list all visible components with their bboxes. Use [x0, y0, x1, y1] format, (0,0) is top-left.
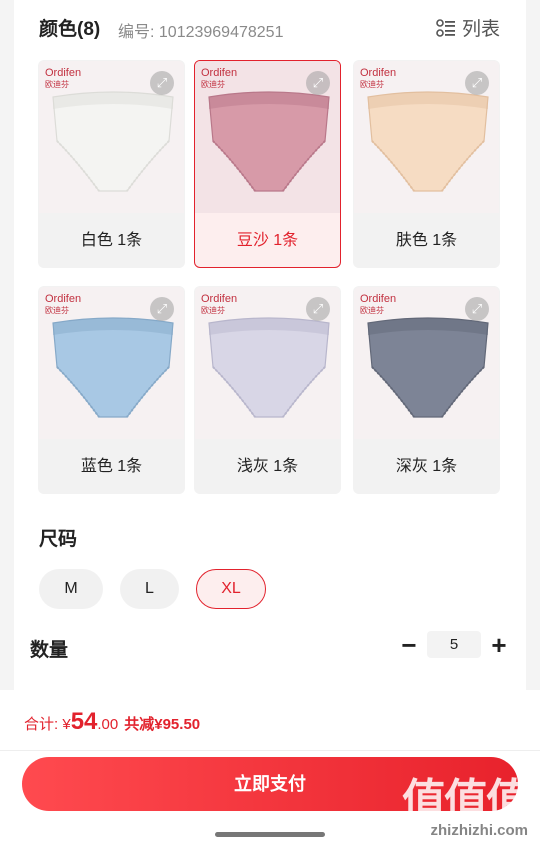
brand-name: Ordifen [45, 67, 82, 79]
expand-icon[interactable]: ⤢ [465, 71, 489, 95]
product-image: Ordifen 欧迪芬 ⤢ [39, 61, 184, 213]
total-cents: .00 [97, 716, 119, 733]
brand-logo: Ordifen 欧迪芬 [360, 293, 396, 317]
brand-logo: Ordifen 欧迪芬 [201, 67, 237, 91]
color-option-label: 深灰 1条 [395, 458, 458, 475]
size-option[interactable]: M [39, 569, 103, 609]
underwear-illustration [367, 317, 489, 418]
color-option-label: 肤色 1条 [395, 232, 458, 249]
total-amount: 54 [70, 708, 98, 735]
size-section-title: 尺码 [39, 529, 78, 550]
underwear-illustration [52, 317, 174, 418]
quantity-decrease-button[interactable]: − [398, 630, 420, 661]
expand-icon[interactable]: ⤢ [306, 71, 330, 95]
brand-subname: 欧迪芬 [45, 80, 69, 89]
quantity-input[interactable]: 5 [427, 631, 481, 658]
product-image: Ordifen 欧迪芬 ⤢ [354, 287, 499, 439]
brand-name: Ordifen [360, 67, 397, 79]
quantity-increase-button[interactable]: + [488, 630, 510, 661]
color-option-label: 白色 1条 [80, 232, 143, 249]
brand-logo: Ordifen 欧迪芬 [45, 67, 81, 91]
brand-name: Ordifen [45, 293, 82, 305]
color-option[interactable]: Ordifen 欧迪芬 ⤢ 肤色 1条 [353, 60, 500, 268]
underwear-illustration [367, 91, 489, 192]
brand-logo: Ordifen 欧迪芬 [45, 293, 81, 317]
list-view-label: 列表 [462, 19, 501, 40]
color-option[interactable]: Ordifen 欧迪芬 ⤢ 深灰 1条 [353, 286, 500, 494]
total-prefix: 合计: ¥ [24, 716, 71, 733]
expand-icon[interactable]: ⤢ [150, 71, 174, 95]
home-indicator[interactable] [215, 832, 325, 837]
checkout-bar: 合计: ¥54.00 共减¥95.50 立即支付 值值值 zhizhizhi.co… [0, 690, 540, 852]
color-option[interactable]: Ordifen 欧迪芬 ⤢ 白色 1条 [38, 60, 185, 268]
size-option[interactable]: XL [196, 569, 266, 609]
divider [0, 750, 540, 751]
underwear-illustration [208, 317, 330, 418]
color-option[interactable]: Ordifen 欧迪芬 ⤢ 浅灰 1条 [194, 286, 341, 494]
brand-name: Ordifen [201, 293, 238, 305]
brand-subname: 欧迪芬 [201, 306, 225, 315]
total-savings: 共减¥95.50 [124, 716, 201, 733]
order-total: 合计: ¥54.00 共减¥95.50 [24, 708, 200, 736]
product-image: Ordifen 欧迪芬 ⤢ [195, 287, 340, 439]
brand-subname: 欧迪芬 [360, 306, 384, 315]
product-image: Ordifen 欧迪芬 ⤢ [195, 61, 340, 213]
color-option[interactable]: Ordifen 欧迪芬 ⤢ 豆沙 1条 [194, 60, 341, 268]
list-view-icon [436, 18, 455, 37]
color-section-title: 颜色(8) [39, 19, 101, 40]
product-image: Ordifen 欧迪芬 ⤢ [354, 61, 499, 213]
expand-icon[interactable]: ⤢ [150, 297, 174, 321]
brand-name: Ordifen [201, 67, 238, 79]
product-code: 编号: 10123969478251 [118, 24, 284, 41]
watermark-url: zhizhizhi.com [430, 822, 529, 839]
brand-logo: Ordifen 欧迪芬 [201, 293, 237, 317]
color-option-label: 浅灰 1条 [236, 458, 299, 475]
brand-name: Ordifen [360, 293, 397, 305]
expand-icon[interactable]: ⤢ [306, 297, 330, 321]
color-option-label: 蓝色 1条 [80, 458, 143, 475]
brand-subname: 欧迪芬 [360, 80, 384, 89]
color-option[interactable]: Ordifen 欧迪芬 ⤢ 蓝色 1条 [38, 286, 185, 494]
watermark-logo: 值值值 [402, 776, 530, 825]
quantity-label: 数量 [30, 640, 69, 661]
brand-logo: Ordifen 欧迪芬 [360, 67, 396, 91]
size-option[interactable]: L [120, 569, 179, 609]
brand-subname: 欧迪芬 [45, 306, 69, 315]
underwear-illustration [52, 91, 174, 192]
color-option-label: 豆沙 1条 [236, 232, 299, 249]
brand-subname: 欧迪芬 [201, 80, 225, 89]
underwear-illustration [208, 91, 330, 192]
expand-icon[interactable]: ⤢ [465, 297, 489, 321]
product-image: Ordifen 欧迪芬 ⤢ [39, 287, 184, 439]
list-view-toggle[interactable]: 列表 [436, 14, 500, 41]
